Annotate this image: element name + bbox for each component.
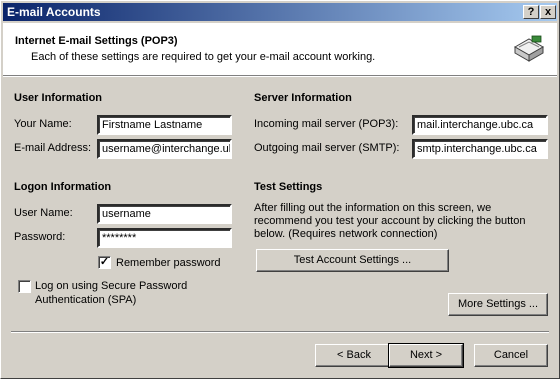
incoming-server-label: Incoming mail server (POP3): bbox=[254, 118, 399, 130]
window-title: E-mail Accounts bbox=[7, 5, 101, 19]
page-subtitle: Each of these settings are required to g… bbox=[31, 51, 376, 63]
outgoing-server-label: Outgoing mail server (SMTP): bbox=[254, 142, 400, 154]
wizard-header: Internet E-mail Settings (POP3) Each of … bbox=[3, 23, 557, 75]
spa-checkbox[interactable] bbox=[18, 280, 31, 293]
email-address-input[interactable]: username@interchange.ub bbox=[97, 139, 232, 159]
your-name-label: Your Name: bbox=[14, 118, 72, 130]
spa-label-line1: Log on using Secure Password bbox=[35, 280, 188, 292]
footer-divider bbox=[11, 331, 549, 333]
email-accounts-window: E-mail Accounts ? x Internet E-mail Sett… bbox=[0, 0, 560, 379]
header-divider bbox=[3, 75, 557, 77]
close-icon: x bbox=[544, 6, 552, 18]
incoming-server-input[interactable]: mail.interchange.ubc.ca bbox=[412, 115, 548, 135]
user-info-heading: User Information bbox=[14, 92, 103, 104]
test-description-line2: recommend you test your account by click… bbox=[254, 215, 526, 227]
test-description-line1: After filling out the information on thi… bbox=[254, 202, 492, 214]
remember-password-label: Remember password bbox=[116, 257, 221, 269]
password-input[interactable]: ******** bbox=[97, 228, 232, 248]
server-info-heading: Server Information bbox=[254, 92, 352, 104]
next-button[interactable]: Next > bbox=[388, 343, 464, 368]
mail-envelope-icon bbox=[513, 35, 545, 62]
email-address-label: E-mail Address: bbox=[14, 142, 92, 154]
title-bar: E-mail Accounts ? x bbox=[3, 3, 557, 21]
user-name-label: User Name: bbox=[14, 207, 73, 219]
test-account-settings-button[interactable]: Test Account Settings ... bbox=[256, 249, 449, 272]
checkmark-icon: ✓ bbox=[99, 256, 110, 268]
help-icon: ? bbox=[527, 6, 535, 18]
logon-info-heading: Logon Information bbox=[14, 181, 112, 193]
more-settings-button[interactable]: More Settings ... bbox=[448, 293, 548, 316]
test-settings-heading: Test Settings bbox=[254, 181, 323, 193]
test-description-line3: below. (Requires network connection) bbox=[254, 228, 438, 240]
user-name-input[interactable]: username bbox=[97, 204, 232, 224]
your-name-input[interactable]: Firstname Lastname bbox=[97, 115, 232, 135]
help-button[interactable]: ? bbox=[523, 5, 539, 19]
page-title: Internet E-mail Settings (POP3) bbox=[15, 35, 178, 47]
outgoing-server-input[interactable]: smtp.interchange.ubc.ca bbox=[412, 139, 548, 159]
back-button[interactable]: < Back bbox=[315, 344, 393, 367]
spa-label-line2: Authentication (SPA) bbox=[35, 294, 137, 306]
password-label: Password: bbox=[14, 231, 66, 243]
close-button[interactable]: x bbox=[540, 5, 556, 19]
cancel-button[interactable]: Cancel bbox=[474, 344, 548, 367]
remember-password-checkbox[interactable]: ✓ bbox=[98, 256, 111, 269]
